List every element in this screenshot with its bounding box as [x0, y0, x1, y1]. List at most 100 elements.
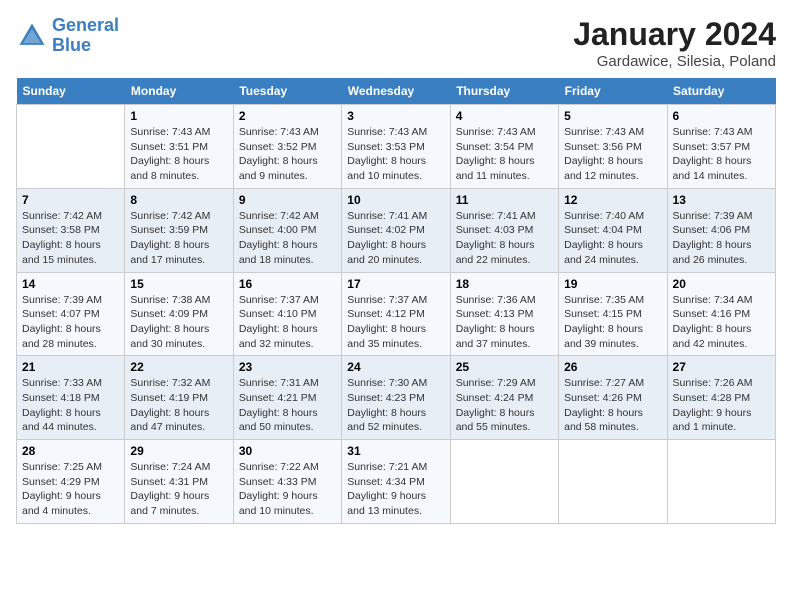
- calendar-cell: 1 Sunrise: 7:43 AM Sunset: 3:51 PM Daylig…: [125, 105, 233, 189]
- day-info: Sunrise: 7:41 AM Sunset: 4:03 PM Dayligh…: [456, 209, 553, 268]
- col-header-sunday: Sunday: [17, 78, 125, 105]
- day-number: 12: [564, 193, 661, 207]
- calendar-cell: 30Sunrise: 7:22 AM Sunset: 4:33 PM Dayli…: [233, 440, 341, 524]
- calendar-cell: 27 Sunrise: 7:26 AM Sunset: 4:28 PM Dayli…: [667, 356, 775, 440]
- day-number: 1: [130, 109, 227, 123]
- calendar-header-row: SundayMondayTuesdayWednesdayThursdayFrid…: [17, 78, 776, 105]
- day-number: 4: [456, 109, 553, 123]
- calendar-cell: 4 Sunrise: 7:43 AM Sunset: 3:54 PM Daylig…: [450, 105, 558, 189]
- day-number: 14: [22, 277, 119, 291]
- day-info: Sunrise: 7:32 AM Sunset: 4:19 PM Dayligh…: [130, 376, 227, 435]
- day-number: 21: [22, 360, 119, 374]
- calendar-cell: [17, 105, 125, 189]
- calendar-cell: 3Sunrise: 7:43 AM Sunset: 3:53 PM Daylig…: [342, 105, 450, 189]
- col-header-saturday: Saturday: [667, 78, 775, 105]
- day-info: Sunrise: 7:29 AM Sunset: 4:24 PM Dayligh…: [456, 376, 553, 435]
- calendar-cell: 5Sunrise: 7:43 AM Sunset: 3:56 PM Daylig…: [559, 105, 667, 189]
- day-info: Sunrise: 7:42 AM Sunset: 3:58 PM Dayligh…: [22, 209, 119, 268]
- calendar-week-row: 28Sunrise: 7:25 AM Sunset: 4:29 PM Dayli…: [17, 440, 776, 524]
- day-number: 20: [673, 277, 770, 291]
- day-info: Sunrise: 7:33 AM Sunset: 4:18 PM Dayligh…: [22, 376, 119, 435]
- calendar-cell: [559, 440, 667, 524]
- page-title: January 2024: [573, 16, 776, 53]
- day-number: 25: [456, 360, 553, 374]
- day-info: Sunrise: 7:30 AM Sunset: 4:23 PM Dayligh…: [347, 376, 444, 435]
- col-header-wednesday: Wednesday: [342, 78, 450, 105]
- calendar-cell: 23 Sunrise: 7:31 AM Sunset: 4:21 PM Dayli…: [233, 356, 341, 440]
- day-info: Sunrise: 7:43 AM Sunset: 3:53 PM Dayligh…: [347, 125, 444, 184]
- calendar-cell: 19 Sunrise: 7:35 AM Sunset: 4:15 PM Dayli…: [559, 272, 667, 356]
- day-info: Sunrise: 7:26 AM Sunset: 4:28 PM Dayligh…: [673, 376, 770, 435]
- calendar-cell: 18 Sunrise: 7:36 AM Sunset: 4:13 PM Dayli…: [450, 272, 558, 356]
- calendar-cell: 12 Sunrise: 7:40 AM Sunset: 4:04 PM Dayli…: [559, 188, 667, 272]
- day-info: Sunrise: 7:21 AM Sunset: 4:34 PM Dayligh…: [347, 460, 444, 519]
- calendar-week-row: 14 Sunrise: 7:39 AM Sunset: 4:07 PM Dayli…: [17, 272, 776, 356]
- day-number: 22: [130, 360, 227, 374]
- calendar-cell: 8 Sunrise: 7:42 AM Sunset: 3:59 PM Daylig…: [125, 188, 233, 272]
- calendar-cell: 7 Sunrise: 7:42 AM Sunset: 3:58 PM Daylig…: [17, 188, 125, 272]
- day-number: 23: [239, 360, 336, 374]
- day-info: Sunrise: 7:35 AM Sunset: 4:15 PM Dayligh…: [564, 293, 661, 352]
- calendar-cell: 6Sunrise: 7:43 AM Sunset: 3:57 PM Daylig…: [667, 105, 775, 189]
- calendar-cell: 14 Sunrise: 7:39 AM Sunset: 4:07 PM Dayli…: [17, 272, 125, 356]
- calendar-cell: 11 Sunrise: 7:41 AM Sunset: 4:03 PM Dayli…: [450, 188, 558, 272]
- day-number: 17: [347, 277, 444, 291]
- col-header-friday: Friday: [559, 78, 667, 105]
- calendar-cell: 20Sunrise: 7:34 AM Sunset: 4:16 PM Dayli…: [667, 272, 775, 356]
- calendar-cell: 21 Sunrise: 7:33 AM Sunset: 4:18 PM Dayli…: [17, 356, 125, 440]
- day-info: Sunrise: 7:36 AM Sunset: 4:13 PM Dayligh…: [456, 293, 553, 352]
- page-subtitle: Gardawice, Silesia, Poland: [573, 53, 776, 70]
- day-info: Sunrise: 7:31 AM Sunset: 4:21 PM Dayligh…: [239, 376, 336, 435]
- calendar-cell: 17 Sunrise: 7:37 AM Sunset: 4:12 PM Dayli…: [342, 272, 450, 356]
- calendar-cell: 25 Sunrise: 7:29 AM Sunset: 4:24 PM Dayli…: [450, 356, 558, 440]
- calendar-cell: 31Sunrise: 7:21 AM Sunset: 4:34 PM Dayli…: [342, 440, 450, 524]
- day-info: Sunrise: 7:43 AM Sunset: 3:54 PM Dayligh…: [456, 125, 553, 184]
- day-info: Sunrise: 7:42 AM Sunset: 3:59 PM Dayligh…: [130, 209, 227, 268]
- day-info: Sunrise: 7:24 AM Sunset: 4:31 PM Dayligh…: [130, 460, 227, 519]
- day-info: Sunrise: 7:39 AM Sunset: 4:06 PM Dayligh…: [673, 209, 770, 268]
- day-info: Sunrise: 7:37 AM Sunset: 4:12 PM Dayligh…: [347, 293, 444, 352]
- day-number: 9: [239, 193, 336, 207]
- day-number: 24: [347, 360, 444, 374]
- calendar-week-row: 1 Sunrise: 7:43 AM Sunset: 3:51 PM Daylig…: [17, 105, 776, 189]
- calendar-cell: 10Sunrise: 7:41 AM Sunset: 4:02 PM Dayli…: [342, 188, 450, 272]
- day-number: 11: [456, 193, 553, 207]
- calendar-cell: 24 Sunrise: 7:30 AM Sunset: 4:23 PM Dayli…: [342, 356, 450, 440]
- day-number: 10: [347, 193, 444, 207]
- day-number: 13: [673, 193, 770, 207]
- day-info: Sunrise: 7:22 AM Sunset: 4:33 PM Dayligh…: [239, 460, 336, 519]
- logo-text: GeneralBlue: [52, 16, 119, 56]
- day-number: 29: [130, 444, 227, 458]
- calendar-cell: 9Sunrise: 7:42 AM Sunset: 4:00 PM Daylig…: [233, 188, 341, 272]
- calendar-table: SundayMondayTuesdayWednesdayThursdayFrid…: [16, 78, 776, 524]
- logo: GeneralBlue: [16, 16, 119, 56]
- calendar-cell: 13 Sunrise: 7:39 AM Sunset: 4:06 PM Dayli…: [667, 188, 775, 272]
- calendar-week-row: 7 Sunrise: 7:42 AM Sunset: 3:58 PM Daylig…: [17, 188, 776, 272]
- day-number: 27: [673, 360, 770, 374]
- day-info: Sunrise: 7:43 AM Sunset: 3:57 PM Dayligh…: [673, 125, 770, 184]
- calendar-cell: 22 Sunrise: 7:32 AM Sunset: 4:19 PM Dayli…: [125, 356, 233, 440]
- calendar-week-row: 21 Sunrise: 7:33 AM Sunset: 4:18 PM Dayli…: [17, 356, 776, 440]
- col-header-tuesday: Tuesday: [233, 78, 341, 105]
- day-info: Sunrise: 7:39 AM Sunset: 4:07 PM Dayligh…: [22, 293, 119, 352]
- day-number: 19: [564, 277, 661, 291]
- day-info: Sunrise: 7:37 AM Sunset: 4:10 PM Dayligh…: [239, 293, 336, 352]
- day-info: Sunrise: 7:43 AM Sunset: 3:56 PM Dayligh…: [564, 125, 661, 184]
- calendar-cell: 2Sunrise: 7:43 AM Sunset: 3:52 PM Daylig…: [233, 105, 341, 189]
- day-info: Sunrise: 7:40 AM Sunset: 4:04 PM Dayligh…: [564, 209, 661, 268]
- title-block: January 2024 Gardawice, Silesia, Poland: [573, 16, 776, 70]
- calendar-cell: 16Sunrise: 7:37 AM Sunset: 4:10 PM Dayli…: [233, 272, 341, 356]
- day-info: Sunrise: 7:27 AM Sunset: 4:26 PM Dayligh…: [564, 376, 661, 435]
- calendar-cell: 28Sunrise: 7:25 AM Sunset: 4:29 PM Dayli…: [17, 440, 125, 524]
- day-number: 18: [456, 277, 553, 291]
- logo-icon: [16, 20, 48, 52]
- page-header: GeneralBlue January 2024 Gardawice, Sile…: [16, 16, 776, 70]
- day-info: Sunrise: 7:38 AM Sunset: 4:09 PM Dayligh…: [130, 293, 227, 352]
- day-number: 28: [22, 444, 119, 458]
- calendar-cell: [450, 440, 558, 524]
- day-info: Sunrise: 7:43 AM Sunset: 3:51 PM Dayligh…: [130, 125, 227, 184]
- day-number: 2: [239, 109, 336, 123]
- day-number: 8: [130, 193, 227, 207]
- col-header-thursday: Thursday: [450, 78, 558, 105]
- day-number: 7: [22, 193, 119, 207]
